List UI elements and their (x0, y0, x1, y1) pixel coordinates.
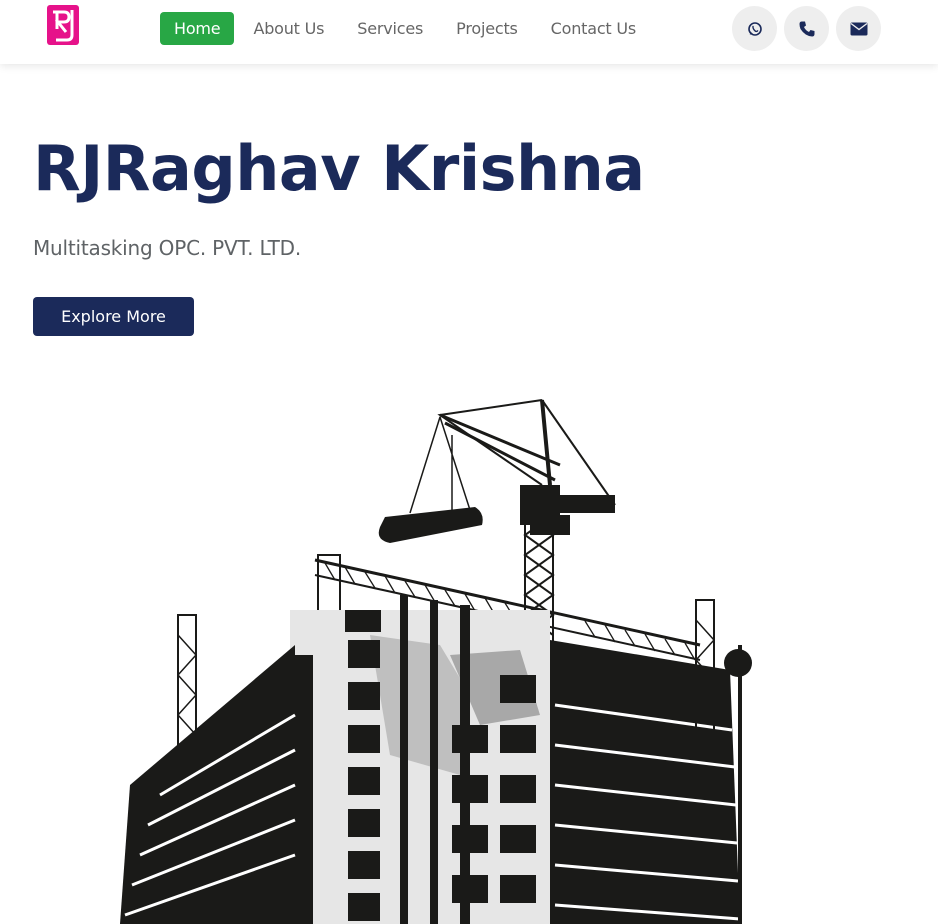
rj-logo-icon (47, 5, 79, 45)
nav-item-about-us[interactable]: About Us (237, 12, 340, 45)
logo[interactable] (44, 2, 82, 48)
whatsapp-button[interactable] (732, 6, 777, 51)
nav-item-home[interactable]: Home (160, 12, 235, 45)
building-under-construction-icon (120, 399, 752, 924)
phone-button[interactable] (784, 6, 829, 51)
construction-illustration (100, 395, 780, 924)
main-nav: Home About Us Services Projects Contact … (160, 12, 653, 45)
hero-title: RJRaghav Krishna (33, 132, 645, 205)
hero-subtitle: Multitasking OPC. PVT. LTD. (33, 236, 302, 260)
whatsapp-icon (747, 21, 762, 36)
email-button[interactable] (836, 6, 881, 51)
nav-item-services[interactable]: Services (341, 12, 439, 45)
nav-item-projects[interactable]: Projects (440, 12, 533, 45)
phone-icon (799, 21, 814, 36)
envelope-icon (850, 22, 867, 35)
explore-more-button[interactable]: Explore More (33, 297, 194, 336)
nav-item-contact-us[interactable]: Contact Us (535, 12, 652, 45)
navbar: Home About Us Services Projects Contact … (0, 0, 938, 64)
